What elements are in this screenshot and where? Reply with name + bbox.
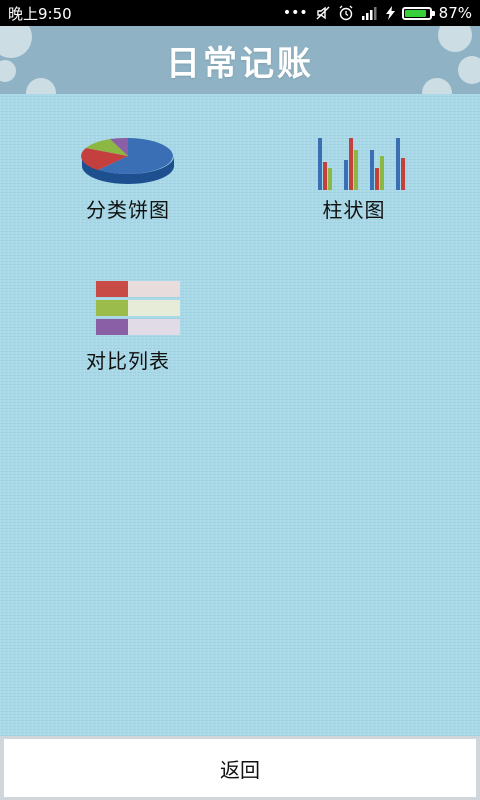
decorative-bubble — [26, 78, 56, 94]
bottom-bar: 返回 — [0, 736, 480, 800]
decorative-bubble — [0, 60, 16, 82]
menu-item-pie-chart[interactable]: 分类饼图 — [63, 126, 193, 236]
status-icons: ••• 87% — [283, 4, 472, 22]
menu-item-compare-list[interactable]: 对比列表 — [63, 277, 193, 387]
signal-icon — [361, 6, 379, 20]
decorative-bubble — [438, 26, 472, 52]
more-dots-icon: ••• — [282, 5, 308, 21]
back-button[interactable]: 返回 — [4, 739, 476, 797]
battery-icon — [401, 6, 435, 20]
app-header: 日常记账 — [0, 26, 480, 94]
menu-item-label: 分类饼图 — [86, 198, 170, 222]
list-compare-icon — [96, 281, 180, 335]
status-bar: 晚上9:50 ••• 87% — [0, 0, 480, 26]
menu-item-label: 对比列表 — [86, 349, 170, 373]
menu-item-label: 柱状图 — [322, 198, 386, 222]
page-title: 日常记账 — [166, 43, 314, 84]
decorative-bubble — [458, 56, 480, 84]
decorative-bubble — [422, 78, 452, 94]
alarm-icon — [338, 5, 354, 21]
decorative-bubble — [0, 26, 32, 58]
battery-percent: 87% — [438, 4, 472, 22]
battery-level — [404, 9, 426, 17]
charging-icon — [385, 6, 395, 20]
menu-grid: 分类饼图 柱状图 对比列表 — [0, 94, 480, 736]
bar-chart-icon — [318, 138, 405, 190]
menu-item-bar-chart[interactable]: 柱状图 — [289, 126, 419, 236]
pie-chart-icon — [81, 137, 174, 184]
mute-icon — [315, 5, 331, 21]
status-time: 晚上9:50 — [8, 4, 72, 23]
